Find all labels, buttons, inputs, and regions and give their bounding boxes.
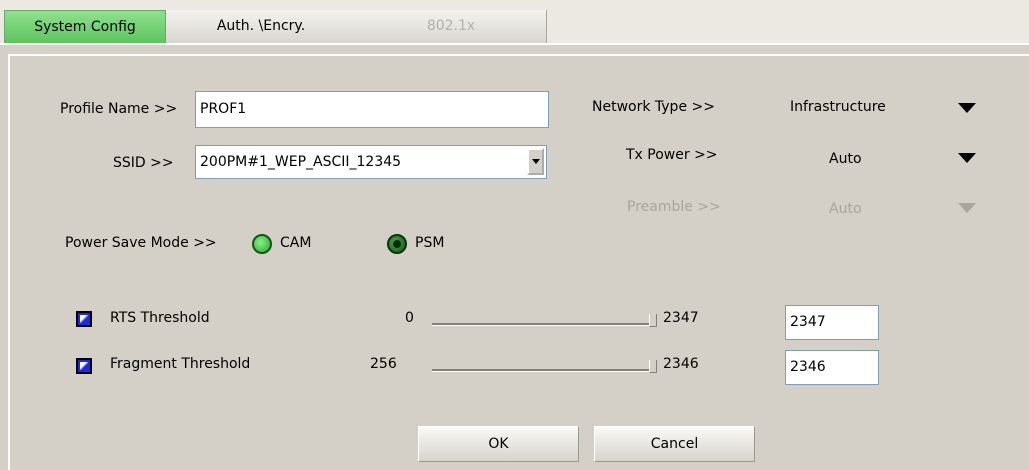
ok-button[interactable]: OK <box>418 426 579 462</box>
fragment-min-label: 256 <box>370 356 397 372</box>
cancel-button[interactable]: Cancel <box>594 426 755 462</box>
network-type-value[interactable]: Infrastructure <box>790 99 886 115</box>
cam-label: CAM <box>280 235 312 251</box>
tab-auth-encry[interactable]: Auth. \Encry. <box>166 10 357 43</box>
profile-name-label: Profile Name >> <box>60 101 178 117</box>
preamble-label: Preamble >> <box>627 199 721 215</box>
profile-name-input[interactable]: PROF1 <box>195 91 549 128</box>
fragment-max-label: 2346 <box>663 356 699 372</box>
fragment-threshold-checkbox[interactable] <box>76 358 92 374</box>
ssid-combobox[interactable]: 200PM#1_WEP_ASCII_12345 <box>195 145 547 179</box>
network-type-dropdown-icon[interactable] <box>958 103 976 113</box>
tx-power-dropdown-icon[interactable] <box>958 153 976 163</box>
rts-slider-track[interactable] <box>432 323 652 326</box>
rts-threshold-input[interactable]: 2347 <box>785 305 879 340</box>
fragment-threshold-label: Fragment Threshold <box>110 356 251 372</box>
network-type-label: Network Type >> <box>592 99 715 115</box>
fragment-threshold-input[interactable]: 2346 <box>785 350 879 385</box>
preamble-dropdown-icon <box>958 203 976 213</box>
tab-label: 802.1x <box>426 18 476 34</box>
rts-min-label: 0 <box>405 310 414 326</box>
fragment-slider-track[interactable] <box>432 369 652 372</box>
tx-power-label: Tx Power >> <box>626 147 718 163</box>
rts-slider-thumb[interactable] <box>649 314 657 327</box>
psm-radio-icon[interactable] <box>387 234 407 254</box>
tx-power-value[interactable]: Auto <box>829 151 862 167</box>
fragment-slider-thumb[interactable] <box>649 360 657 373</box>
cam-radio-icon[interactable] <box>252 234 272 254</box>
rts-max-label: 2347 <box>663 310 699 326</box>
preamble-value: Auto <box>829 201 862 217</box>
tab-label: Auth. \Encry. <box>216 18 306 34</box>
ssid-dropdown-button[interactable] <box>527 148 544 175</box>
tab-label: System Config <box>34 19 136 35</box>
power-save-mode-label: Power Save Mode >> <box>65 235 217 251</box>
tab-system-config[interactable]: System Config <box>4 10 166 45</box>
ssid-label: SSID >> <box>113 155 174 171</box>
rts-threshold-checkbox[interactable] <box>76 311 92 327</box>
tab-divider <box>0 43 1029 45</box>
tab-8021x[interactable]: 802.1x <box>356 10 547 43</box>
rts-threshold-label: RTS Threshold <box>110 310 210 326</box>
psm-label: PSM <box>415 235 445 251</box>
